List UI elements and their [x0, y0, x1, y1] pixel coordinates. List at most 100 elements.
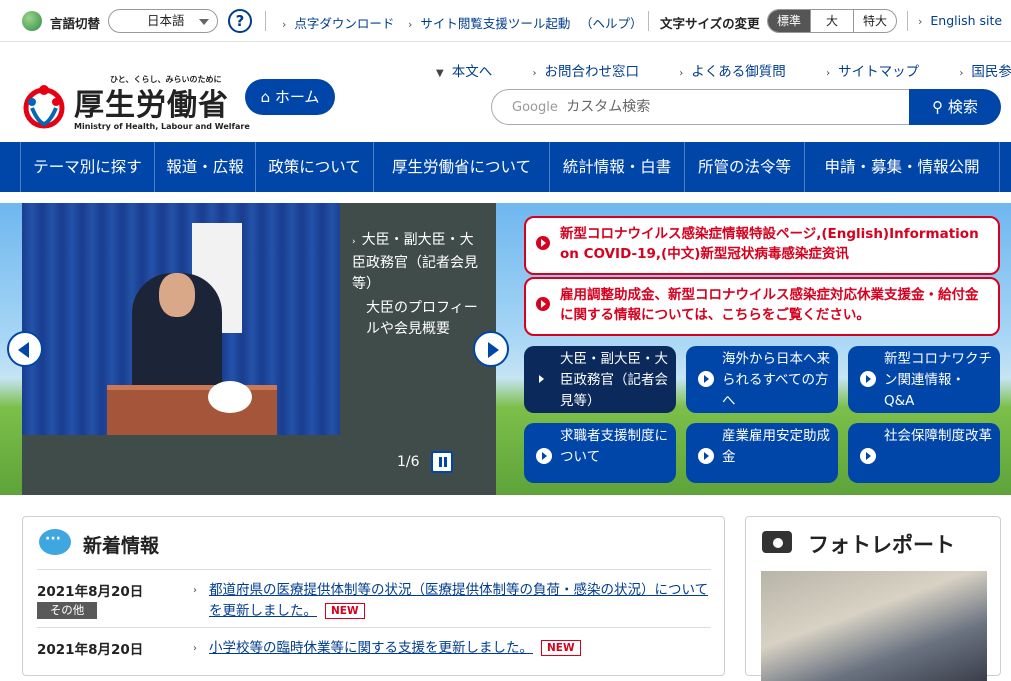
tile-entry-from-abroad[interactable]: 海外から日本へ来られるすべての方へ — [686, 346, 838, 413]
slide-caption: › 大臣・副大臣・大臣政務官（記者会見等） 大臣のプロフィールや会見概要 — [352, 230, 482, 340]
chevron-right-icon: › — [193, 643, 197, 654]
slide-link-press[interactable]: › 大臣・副大臣・大臣政務官（記者会見等） — [352, 230, 482, 295]
tile-job-seeker-support[interactable]: 求職者支援制度について — [524, 423, 676, 483]
header-links: ▼本文へ ›お問合わせ窓口 ›よくある御質問 ›サイトマップ ›国民参加の場 — [436, 60, 1011, 80]
slide-next-button[interactable] — [473, 331, 509, 367]
link-participation[interactable]: ›国民参加の場 — [959, 64, 1011, 80]
globe-icon — [22, 11, 42, 31]
chevron-right-icon: › — [408, 18, 413, 31]
font-size-large[interactable]: 大 — [810, 10, 853, 32]
chevron-right-icon: › — [193, 585, 197, 596]
photo-report-panel: フォトレポート — [745, 516, 1001, 681]
arrow-left-icon — [18, 342, 29, 358]
news-date: 2021年8月20日 — [37, 642, 144, 658]
chevron-right-icon: › — [532, 68, 537, 79]
search-bar: Google カスタム検索 ⚲ 検索 — [491, 89, 1001, 125]
font-size-label: 文字サイズの変更 — [660, 16, 760, 31]
home-button[interactable]: ⌂ ホーム — [245, 79, 335, 115]
nav-policy[interactable]: 政策について — [256, 142, 374, 192]
home-icon: ⌂ — [260, 88, 275, 106]
chevron-right-icon: › — [959, 68, 964, 79]
language-select[interactable]: 日本語 — [108, 9, 218, 33]
divider — [265, 11, 266, 31]
divider — [907, 11, 908, 31]
nav-applications[interactable]: 申請・募集・情報公開 — [805, 142, 1000, 192]
search-button[interactable]: ⚲ 検索 — [909, 89, 1001, 125]
ministry-logo-icon — [23, 85, 65, 129]
help-icon[interactable]: ? — [228, 9, 252, 33]
braille-download-link[interactable]: › 点字ダウンロード — [282, 13, 394, 32]
speech-bubble-icon — [39, 529, 71, 555]
search-placeholder: カスタム検索 — [566, 99, 651, 115]
arrow-circle-icon — [698, 371, 714, 387]
podium-image — [107, 385, 277, 435]
arrow-circle-icon — [698, 448, 714, 464]
logo-english-title: Ministry of Health, Labour and Welfare — [74, 122, 250, 131]
chevron-right-icon: › — [826, 68, 831, 79]
search-brand: Google — [512, 100, 558, 115]
tile-employment-subsidy[interactable]: 産業雇用安定助成金 — [686, 423, 838, 483]
arrow-circle-icon — [536, 297, 550, 311]
search-input[interactable]: Google カスタム検索 — [491, 89, 921, 125]
language-label: 言語切替 — [50, 16, 101, 31]
link-faq[interactable]: › よくある御質問 — [679, 64, 804, 80]
nav-statistics[interactable]: 統計情報・白書 — [550, 142, 685, 192]
news-panel: 新着情報 2021年8月20日 その他 ›都道府県の医療提供体制等の状況（医療提… — [22, 516, 725, 676]
site-logo[interactable]: ひと、くらし、みらいのために 厚生労働省 Ministry of Health,… — [20, 75, 250, 134]
new-badge: NEW — [541, 640, 581, 656]
alert-employment-subsidy[interactable]: 雇用調整助成金、新型コロナウイルス感染症対応休業支援金・給付金に関する情報につい… — [524, 277, 1000, 336]
news-category-badge: その他 — [37, 602, 97, 619]
english-site-link[interactable]: › English site — [918, 13, 1002, 28]
main-nav: テーマ別に探す 報道・広報 政策について 厚生労働省について 統計情報・白書 所… — [0, 142, 1011, 192]
nav-laws[interactable]: 所管の法令等 — [685, 142, 805, 192]
news-item: 2021年8月20日 その他 › 都道府県の医療提供体制等の状況（医療提供体制等の… — [37, 569, 711, 627]
chevron-down-icon: ▼ — [436, 68, 444, 79]
search-icon: ⚲ — [932, 98, 948, 116]
logo-title: 厚生労働省 — [74, 88, 229, 123]
link-main-content[interactable]: ▼ 本文へ — [436, 64, 510, 80]
slide-photo[interactable] — [22, 203, 340, 435]
font-size-xlarge[interactable]: 特大 — [853, 10, 896, 32]
slide-link-profile[interactable]: 大臣のプロフィールや会見概要 — [352, 298, 482, 340]
utility-bar: 言語切替 日本語 ? › 点字ダウンロード › サイト閲覧支援ツール起動 （ヘルプ）… — [0, 0, 1011, 42]
new-badge: NEW — [325, 603, 365, 619]
font-size-standard[interactable]: 標準 — [768, 10, 810, 32]
podium-logo — [208, 381, 252, 413]
slide-prev-button[interactable] — [7, 331, 43, 367]
arrow-circle-icon — [860, 371, 876, 387]
arrow-circle-icon — [536, 236, 550, 250]
tile-minister-press[interactable]: 大臣・副大臣・大臣政務官（記者会見等） — [524, 346, 676, 413]
minister-head — [159, 273, 195, 317]
slide-counter: 1/6 — [397, 454, 420, 470]
news-item: 2021年8月20日 › 小学校等の臨時休業等に関する支援を更新しました。 NEW — [37, 627, 711, 677]
arrow-circle-icon — [536, 448, 552, 464]
link-contact[interactable]: › お問合わせ窓口 — [533, 64, 658, 80]
chevron-right-icon: › — [282, 18, 287, 31]
camera-icon — [762, 531, 792, 553]
chevron-right-icon: › — [352, 237, 356, 247]
tile-social-security-reform[interactable]: 社会保障制度改革 — [848, 423, 1000, 483]
news-link[interactable]: › 小学校等の臨時休業等に関する支援を更新しました。 NEW — [193, 638, 709, 659]
news-date: 2021年8月20日 — [37, 584, 144, 600]
pause-icon[interactable] — [431, 451, 453, 473]
arrow-right-icon — [488, 342, 499, 358]
link-sitemap[interactable]: › サイトマップ — [826, 64, 937, 80]
tile-vaccine-info[interactable]: 新型コロナワクチン関連情報・Q&A — [848, 346, 1000, 413]
nav-press[interactable]: 報道・広報 — [155, 142, 256, 192]
chevron-left-icon — [536, 371, 552, 387]
arrow-circle-icon — [860, 448, 876, 464]
chevron-right-icon: › — [918, 15, 923, 28]
news-link[interactable]: › 都道府県の医療提供体制等の状況（医療提供体制等の負荷・感染の状況）についてを更… — [193, 580, 709, 622]
nav-theme[interactable]: テーマ別に探す — [20, 142, 155, 192]
nav-about[interactable]: 厚生労働省について — [374, 142, 550, 192]
chevron-down-icon — [199, 19, 209, 25]
font-size-switcher: 標準 大 特大 — [767, 9, 897, 33]
news-title: 新着情報 — [83, 535, 160, 557]
language-value: 日本語 — [147, 13, 185, 28]
reader-tool-link[interactable]: › サイト閲覧支援ツール起動 — [408, 13, 570, 32]
photo-report-image[interactable] — [761, 571, 987, 681]
chevron-right-icon: › — [679, 68, 684, 79]
photo-report-title: フォトレポート — [808, 533, 955, 557]
reader-help-link[interactable]: （ヘルプ） — [580, 13, 643, 32]
alert-covid-info[interactable]: 新型コロナウイルス感染症情報特設ページ,(English)Information… — [524, 216, 1000, 275]
